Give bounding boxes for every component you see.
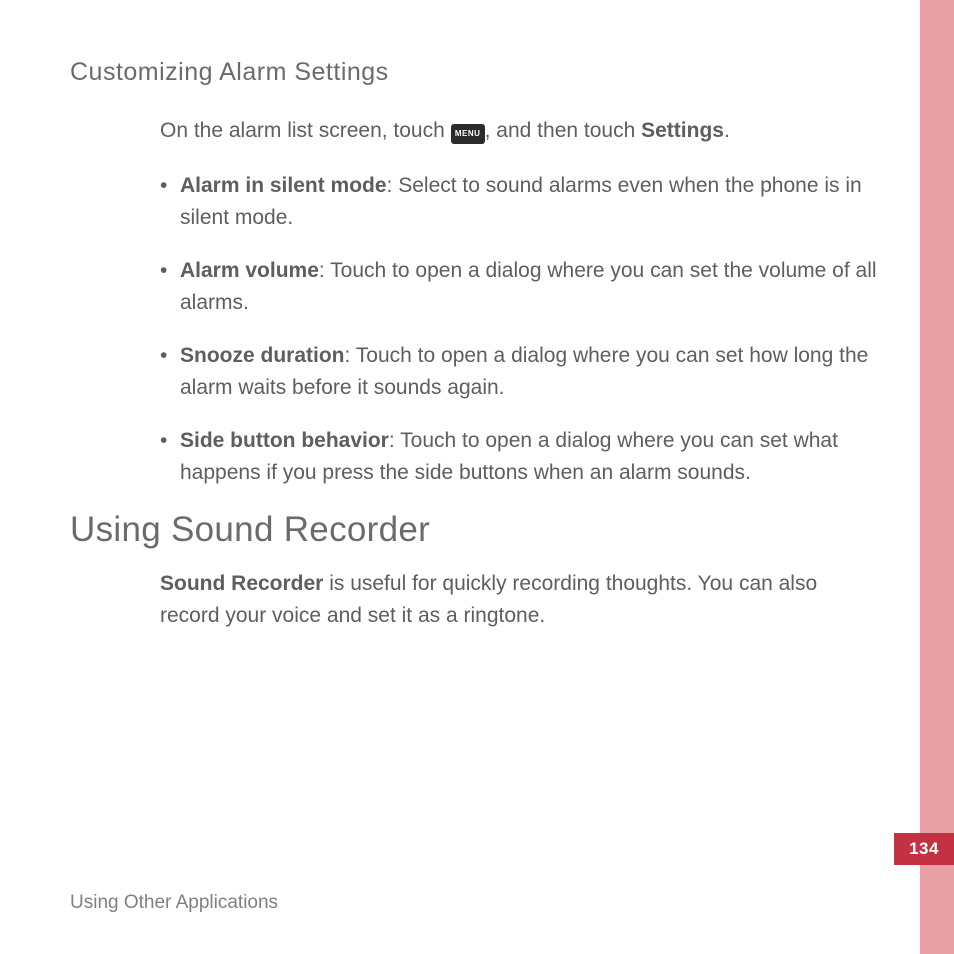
sound-recorder-body: Sound Recorder is useful for quickly rec… xyxy=(160,568,880,633)
footer-chapter-title: Using Other Applications xyxy=(70,892,278,914)
settings-bullet-list: Alarm in silent mode: Select to sound al… xyxy=(160,170,880,490)
body-indent-block: On the alarm list screen, touch MENU, an… xyxy=(160,115,880,490)
intro-paragraph: On the alarm list screen, touch MENU, an… xyxy=(160,115,880,148)
menu-icon: MENU xyxy=(451,124,485,144)
lead-text-b: , and then touch xyxy=(485,119,641,142)
chapter-tab-band xyxy=(920,0,954,954)
sound-recorder-bold: Sound Recorder xyxy=(160,572,323,595)
bullet-bold: Alarm volume xyxy=(180,259,319,282)
page-number-tab: 134 xyxy=(894,833,954,865)
list-item: Snooze duration: Touch to open a dialog … xyxy=(160,340,880,405)
list-item: Alarm volume: Touch to open a dialog whe… xyxy=(160,255,880,320)
lead-bold-settings: Settings xyxy=(641,119,724,142)
bullet-bold: Snooze duration xyxy=(180,344,345,367)
lead-text-c: . xyxy=(724,119,730,142)
page-content: Customizing Alarm Settings On the alarm … xyxy=(70,58,890,633)
bullet-bold: Alarm in silent mode xyxy=(180,174,387,197)
bullet-bold: Side button behavior xyxy=(180,429,389,452)
sound-recorder-paragraph: Sound Recorder is useful for quickly rec… xyxy=(160,568,880,633)
lead-text-a: On the alarm list screen, touch xyxy=(160,119,451,142)
list-item: Alarm in silent mode: Select to sound al… xyxy=(160,170,880,235)
list-item: Side button behavior: Touch to open a di… xyxy=(160,425,880,490)
heading-customizing-alarm-settings: Customizing Alarm Settings xyxy=(70,58,890,87)
heading-using-sound-recorder: Using Sound Recorder xyxy=(70,510,890,550)
page-number: 134 xyxy=(909,839,939,859)
